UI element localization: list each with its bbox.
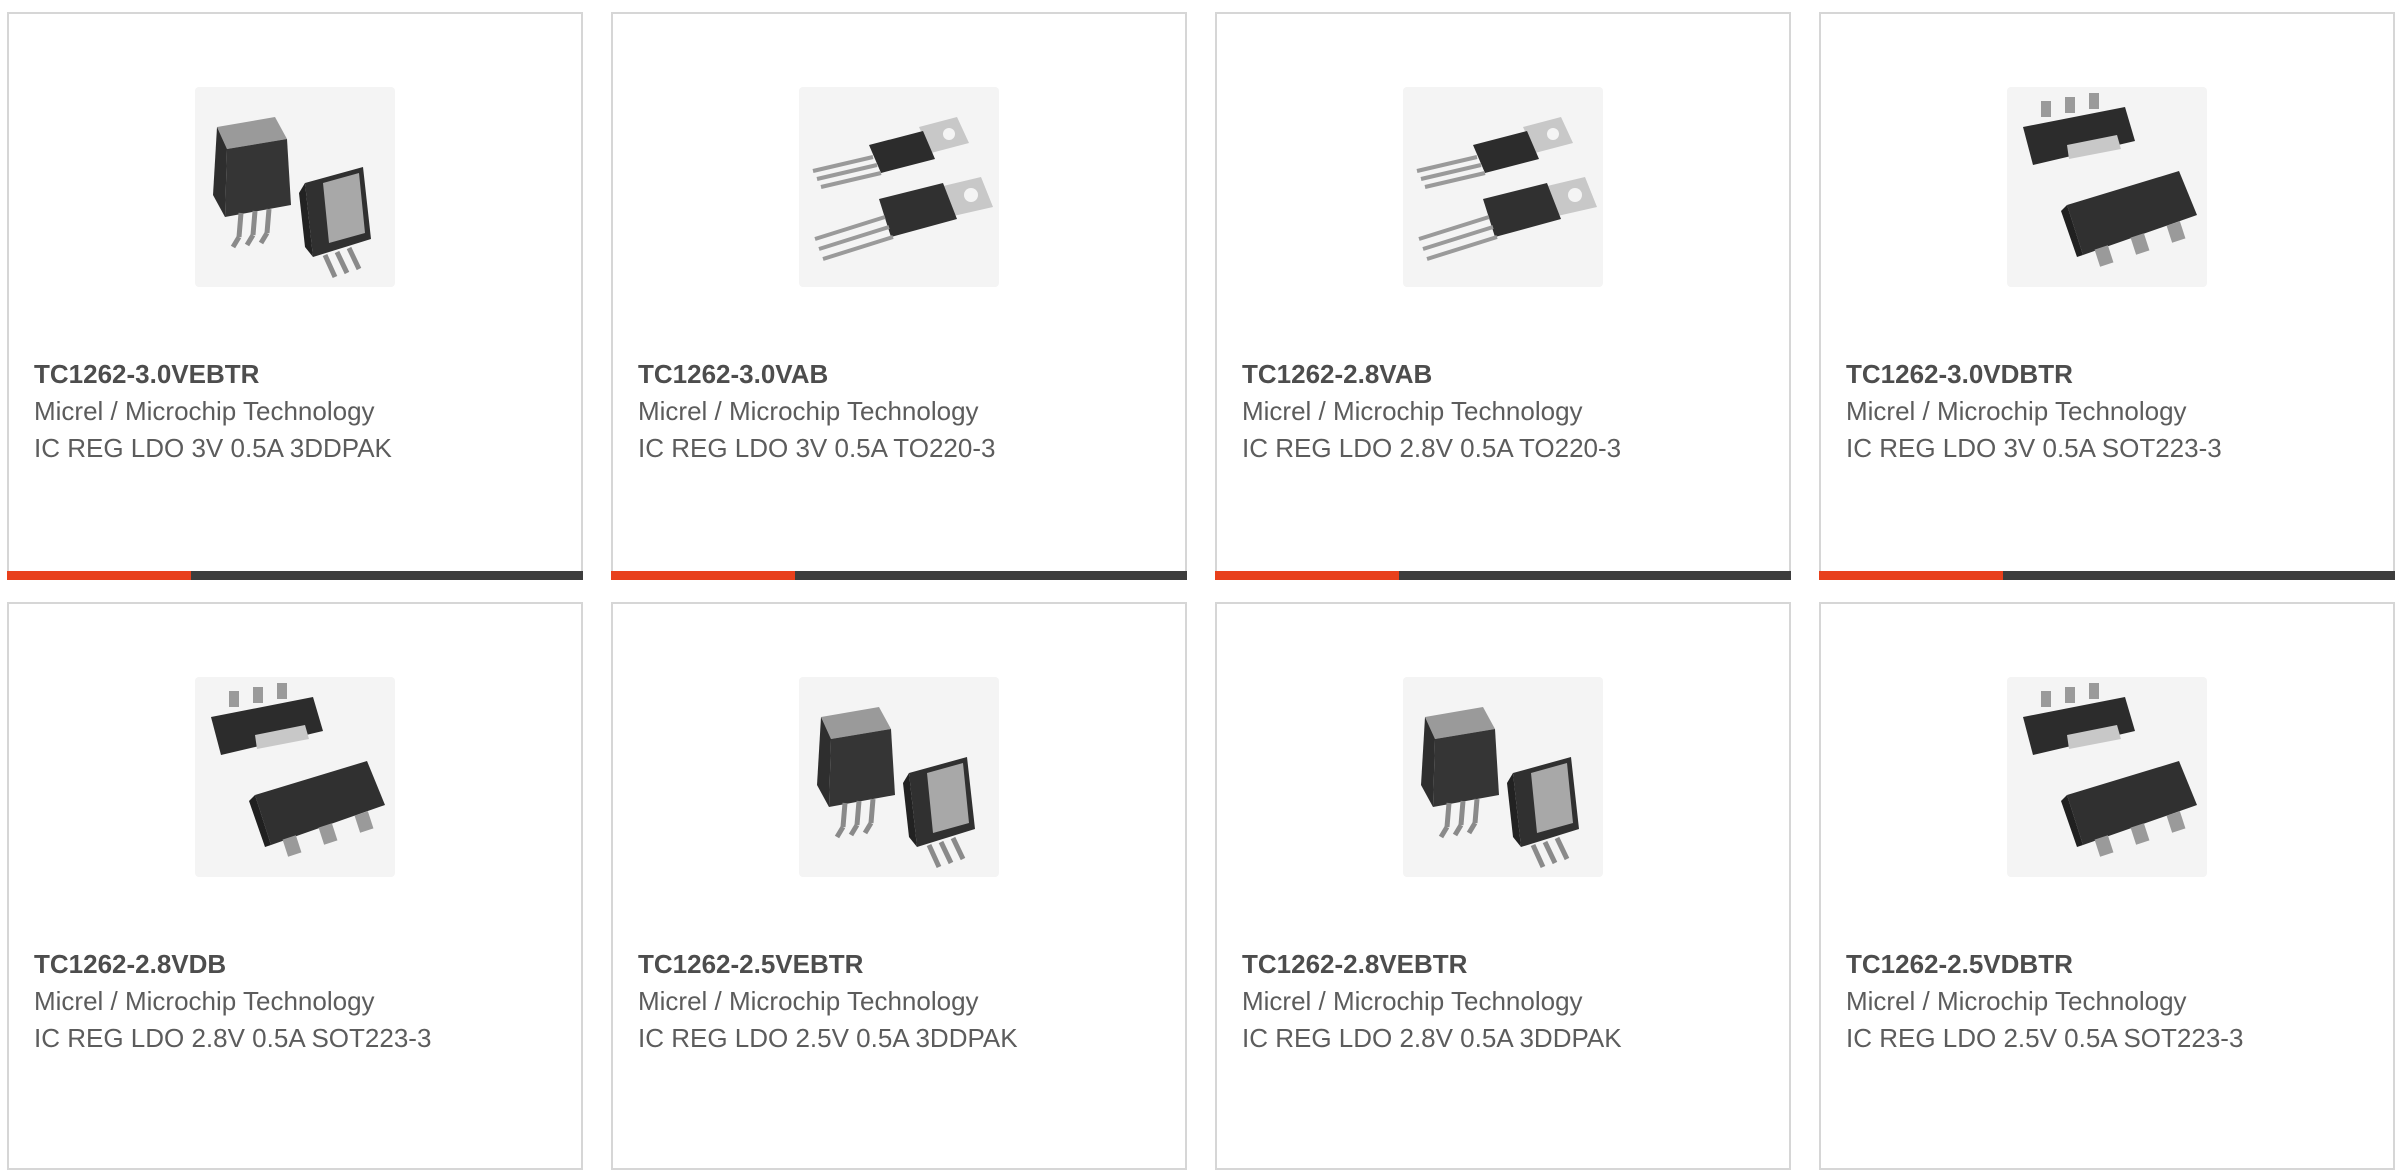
product-card[interactable]: TC1262-3.0VDBTR Micrel / Microchip Techno… [1819,12,2395,580]
sot223-package-icon [211,683,385,857]
product-card[interactable]: TC1262-2.8VEBTR Micrel / Microchip Techno… [1215,602,1791,1170]
part-number-link[interactable]: TC1262-3.0VAB [638,356,1058,393]
product-image[interactable] [2007,87,2207,287]
product-image[interactable] [799,87,999,287]
description-label: IC REG LDO 3V 0.5A TO220-3 [638,433,996,463]
product-info: TC1262-3.0VAB Micrel / Microchip Technolo… [638,356,1058,467]
part-number-link[interactable]: TC1262-2.8VEBTR [1242,946,1662,983]
manufacturer-label: Micrel / Microchip Technology [638,396,979,426]
sot223-package-icon [2023,683,2197,857]
product-card[interactable]: TC1262-3.0VEBTR Micrel / Microchip Techno… [7,12,583,580]
description-label: IC REG LDO 2.5V 0.5A 3DDPAK [638,1023,1018,1053]
description-label: IC REG LDO 3V 0.5A 3DDPAK [34,433,392,463]
ddpak-package-icon [817,707,975,869]
card-accent-bar [1819,571,2395,580]
product-image[interactable] [195,677,395,877]
product-info: TC1262-2.8VDB Micrel / Microchip Technolo… [34,946,454,1057]
card-accent-bar [1215,571,1791,580]
product-info: TC1262-2.8VAB Micrel / Microchip Technolo… [1242,356,1662,467]
product-card[interactable]: TC1262-3.0VAB Micrel / Microchip Technolo… [611,12,1187,580]
part-number-link[interactable]: TC1262-2.8VAB [1242,356,1662,393]
manufacturer-label: Micrel / Microchip Technology [638,986,979,1016]
product-grid: TC1262-3.0VEBTR Micrel / Microchip Techno… [0,0,2400,1170]
product-info: TC1262-3.0VDBTR Micrel / Microchip Techno… [1846,356,2266,467]
description-label: IC REG LDO 3V 0.5A SOT223-3 [1846,433,2222,463]
product-info: TC1262-2.5VDBTR Micrel / Microchip Techno… [1846,946,2266,1057]
product-image[interactable] [1403,677,1603,877]
card-accent-segment [1215,571,1399,580]
ddpak-package-icon [213,117,371,279]
sot223-package-icon [2023,93,2197,267]
description-label: IC REG LDO 2.8V 0.5A TO220-3 [1242,433,1622,463]
product-info: TC1262-2.8VEBTR Micrel / Microchip Techno… [1242,946,1662,1057]
product-image[interactable] [1403,87,1603,287]
product-info: TC1262-3.0VEBTR Micrel / Microchip Techno… [34,356,454,467]
product-card[interactable]: TC1262-2.8VDB Micrel / Microchip Technolo… [7,602,583,1170]
card-accent-bar [7,571,583,580]
card-accent-segment [611,571,795,580]
part-number-link[interactable]: TC1262-2.5VDBTR [1846,946,2266,983]
product-image[interactable] [2007,677,2207,877]
part-number-link[interactable]: TC1262-2.8VDB [34,946,454,983]
description-label: IC REG LDO 2.8V 0.5A SOT223-3 [34,1023,432,1053]
part-number-link[interactable]: TC1262-3.0VEBTR [34,356,454,393]
manufacturer-label: Micrel / Microchip Technology [34,986,375,1016]
manufacturer-label: Micrel / Microchip Technology [1846,396,2187,426]
ddpak-package-icon [1421,707,1579,869]
part-number-link[interactable]: TC1262-3.0VDBTR [1846,356,2266,393]
card-accent-segment [1819,571,2003,580]
to220-package-icon [812,117,993,261]
product-card[interactable]: TC1262-2.5VEBTR Micrel / Microchip Techno… [611,602,1187,1170]
manufacturer-label: Micrel / Microchip Technology [1242,986,1583,1016]
part-number-link[interactable]: TC1262-2.5VEBTR [638,946,1058,983]
to220-package-icon [1416,117,1597,261]
manufacturer-label: Micrel / Microchip Technology [34,396,375,426]
manufacturer-label: Micrel / Microchip Technology [1846,986,2187,1016]
manufacturer-label: Micrel / Microchip Technology [1242,396,1583,426]
product-image[interactable] [799,677,999,877]
card-accent-segment [7,571,191,580]
product-image[interactable] [195,87,395,287]
card-accent-bar [611,571,1187,580]
description-label: IC REG LDO 2.8V 0.5A 3DDPAK [1242,1023,1622,1053]
description-label: IC REG LDO 2.5V 0.5A SOT223-3 [1846,1023,2244,1053]
product-card[interactable]: TC1262-2.8VAB Micrel / Microchip Technolo… [1215,12,1791,580]
product-info: TC1262-2.5VEBTR Micrel / Microchip Techno… [638,946,1058,1057]
product-card[interactable]: TC1262-2.5VDBTR Micrel / Microchip Techno… [1819,602,2395,1170]
